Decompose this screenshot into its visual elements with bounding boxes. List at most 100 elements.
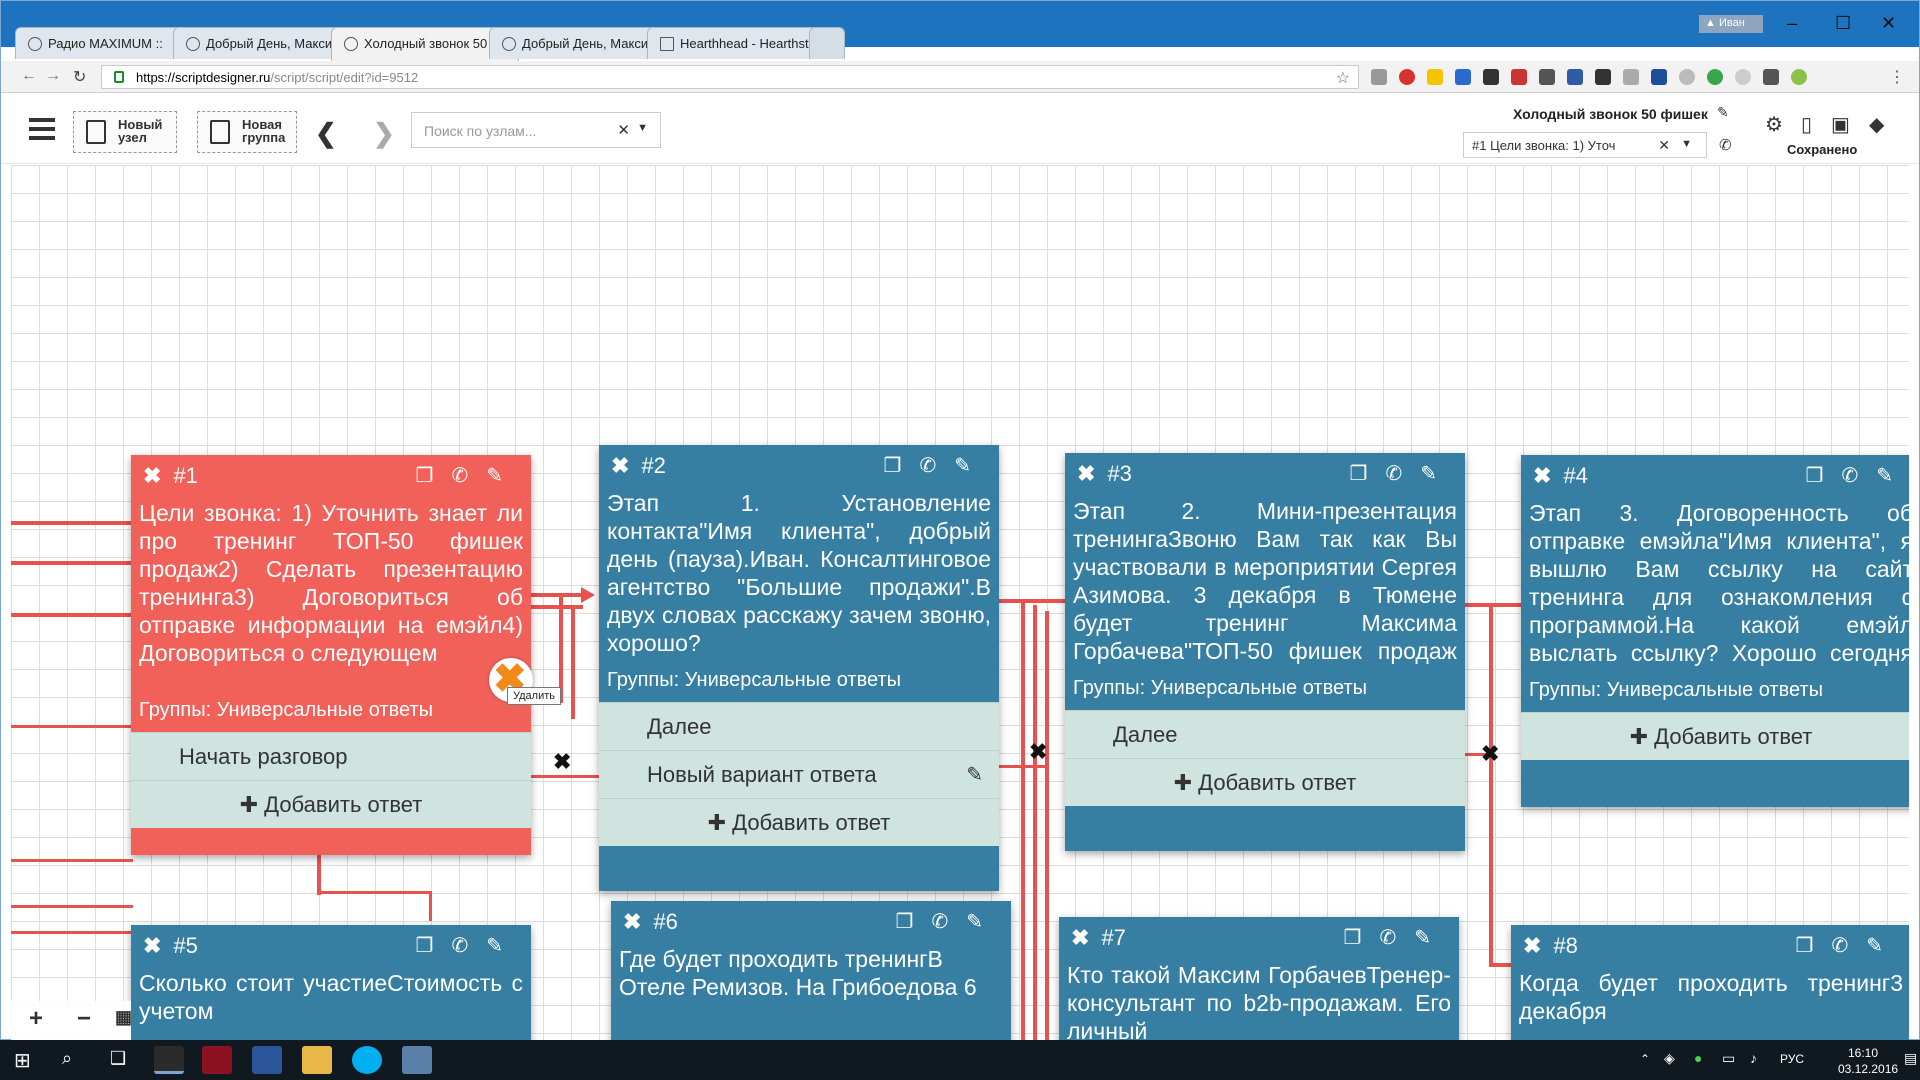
close-window-icon[interactable]: ✕ — [1881, 13, 1896, 34]
script-title[interactable]: Холодный звонок 50 фишек — [1513, 106, 1708, 122]
image-icon[interactable]: ▣ — [1831, 112, 1850, 137]
copy-icon[interactable]: ❐ — [416, 935, 452, 957]
pencil-icon[interactable]: ✎ — [1866, 935, 1901, 957]
task-view-icon[interactable]: ❑ — [110, 1048, 126, 1069]
notifications-icon[interactable]: ▤ — [1904, 1050, 1917, 1067]
extension-icon[interactable] — [1791, 69, 1807, 85]
phone-icon[interactable]: ✆ — [1379, 927, 1414, 949]
pencil-icon[interactable]: ✎ — [1414, 927, 1449, 949]
close-icon[interactable]: ✖ — [623, 909, 641, 934]
tray-icon[interactable]: ◈ — [1664, 1050, 1675, 1067]
phone-icon[interactable]: ✆ — [1385, 463, 1420, 485]
chevron-left-icon[interactable]: ❮ — [315, 118, 337, 149]
new-node-button[interactable]: Новый узел — [73, 111, 177, 153]
opera-extension-icon[interactable] — [1399, 69, 1415, 85]
pencil-icon[interactable]: ✎ — [486, 465, 521, 487]
node-card-2[interactable]: ✖ #2 ❐✆✎ Этап 1. Установление контакта"Имя… — [599, 445, 999, 891]
node-select[interactable]: #1 Цели звонка: 1) Уточ ✕ ▼ — [1463, 132, 1707, 158]
address-bar[interactable]: https://scriptdesigner.ru/script/script/… — [101, 65, 1359, 89]
phone-icon[interactable]: ✆ — [931, 911, 966, 933]
node-card-7[interactable]: ✖ #7 ❐✆✎ Кто такой Максим ГорбачевТренер-к… — [1059, 917, 1459, 1041]
extension-icon[interactable] — [1511, 69, 1527, 85]
forward-icon[interactable]: → — [45, 67, 61, 85]
volume-icon[interactable]: ♪ — [1750, 1050, 1757, 1066]
extension-icon[interactable] — [1623, 69, 1639, 85]
word-app-icon[interactable] — [252, 1046, 282, 1074]
node-card-8[interactable]: ✖ #8 ❐✆✎ Когда будет проходить тренинг3 де… — [1511, 925, 1909, 1041]
clock-time[interactable]: 16:10 — [1848, 1046, 1878, 1060]
add-answer-button[interactable]: ✚ Добавить ответ — [1521, 712, 1909, 760]
grid-icon[interactable]: ▦ — [115, 1007, 132, 1028]
phone-icon[interactable]: ✆ — [451, 935, 486, 957]
hamburger-menu-icon[interactable] — [29, 118, 55, 140]
search-icon[interactable]: ⌕ — [62, 1048, 72, 1069]
copy-icon[interactable]: ❐ — [884, 455, 920, 477]
clear-icon[interactable]: ✕ — [1658, 137, 1670, 154]
zoom-out-icon[interactable]: − — [77, 1005, 91, 1033]
app-icon[interactable] — [402, 1046, 432, 1074]
back-icon[interactable]: ← — [21, 67, 37, 85]
copy-icon[interactable]: ❐ — [1350, 463, 1386, 485]
node-card-5[interactable]: ✖ #5 ❐✆✎ Сколько стоит участиеСтоимость с … — [131, 925, 531, 1041]
answer-item[interactable]: Далее — [1065, 710, 1465, 758]
phone-icon[interactable]: ✆ — [919, 455, 954, 477]
extension-icon[interactable] — [1567, 69, 1583, 85]
close-icon[interactable]: ✖ — [143, 933, 161, 958]
phone-icon[interactable]: ✆ — [451, 465, 486, 487]
extension-icon[interactable] — [1651, 69, 1667, 85]
copy-icon[interactable]: ❐ — [1796, 935, 1832, 957]
answer-item[interactable]: Начать разговор — [131, 732, 531, 780]
new-tab-button[interactable] — [809, 27, 845, 59]
mobile-icon[interactable]: ▯ — [1801, 112, 1812, 137]
copy-icon[interactable]: ❐ — [416, 465, 452, 487]
remove-connection-icon[interactable]: ✖ — [553, 749, 571, 775]
tray-icon[interactable]: ● — [1694, 1050, 1702, 1066]
add-answer-button[interactable]: ✚ Добавить ответ — [599, 798, 999, 846]
tag-icon[interactable]: ◆ — [1869, 112, 1884, 137]
browser-menu-icon[interactable]: ⋮ — [1889, 67, 1905, 87]
node-card-6[interactable]: ✖ #6 ❐✆✎ Где будет проходить тренингВ Отел… — [611, 901, 1011, 1041]
phone-icon[interactable]: ✆ — [1831, 935, 1866, 957]
app-icon[interactable] — [202, 1046, 232, 1074]
pencil-icon[interactable]: ✎ — [1876, 465, 1909, 487]
profile-chip[interactable]: ▲ Иван — [1699, 15, 1763, 33]
phone-icon[interactable]: ✆ — [1841, 465, 1876, 487]
copy-icon[interactable]: ❐ — [1344, 927, 1380, 949]
phone-icon[interactable]: ✆ — [1719, 136, 1732, 154]
close-icon[interactable]: ✖ — [1523, 933, 1541, 958]
extension-icon[interactable] — [1735, 69, 1751, 85]
extension-icon[interactable] — [1371, 69, 1387, 85]
pencil-icon[interactable]: ✎ — [1717, 104, 1729, 121]
zoom-in-icon[interactable]: + — [29, 1005, 43, 1033]
answer-item[interactable]: Новый вариант ответа ✎ — [599, 750, 999, 798]
close-icon[interactable]: ✖ — [143, 463, 161, 488]
windows-start-icon[interactable]: ⊞ — [14, 1048, 31, 1073]
extension-icon[interactable] — [1427, 69, 1443, 85]
clock-date[interactable]: 03.12.2016 — [1838, 1062, 1898, 1076]
pencil-icon[interactable]: ✎ — [966, 911, 1001, 933]
maximize-icon[interactable]: ☐ — [1835, 13, 1851, 34]
node-card-4[interactable]: ✖ #4 ❐✆✎ Этап 3. Договоренность об отправк… — [1521, 455, 1909, 807]
extension-icon[interactable] — [1707, 69, 1723, 85]
add-answer-button[interactable]: ✚ Добавить ответ — [131, 780, 531, 828]
network-icon[interactable]: ▭ — [1722, 1050, 1735, 1067]
close-icon[interactable]: ✖ — [611, 453, 629, 478]
reload-icon[interactable]: ↻ — [73, 67, 86, 87]
puzzle-icon[interactable] — [1595, 69, 1611, 85]
close-icon[interactable]: ✖ — [1533, 463, 1551, 488]
copy-icon[interactable]: ❐ — [896, 911, 932, 933]
pencil-icon[interactable]: ✎ — [966, 762, 983, 787]
node-card-3[interactable]: ✖ #3 ❐✆✎ Этап 2. Мини-презентация тренинга… — [1065, 453, 1465, 851]
remove-connection-icon[interactable]: ✖ — [1481, 741, 1499, 767]
extension-icon[interactable] — [1763, 69, 1779, 85]
node-card-1[interactable]: ✖ #1 ❐✆✎ Цели звонка: 1) Уточнить знает ли… — [131, 455, 531, 855]
tab-hearthhead[interactable]: Hearthhead - Hearthston✕ — [647, 27, 835, 59]
clear-icon[interactable]: ✕ — [617, 121, 630, 139]
chrome-app-icon[interactable] — [154, 1046, 184, 1074]
extension-icon[interactable] — [1539, 69, 1555, 85]
input-language[interactable]: РУС — [1780, 1052, 1804, 1066]
download-extension-icon[interactable] — [1455, 69, 1471, 85]
extension-icon[interactable] — [1679, 69, 1695, 85]
skype-app-icon[interactable] — [352, 1046, 382, 1074]
gear-icon[interactable]: ⚙ — [1765, 112, 1783, 137]
